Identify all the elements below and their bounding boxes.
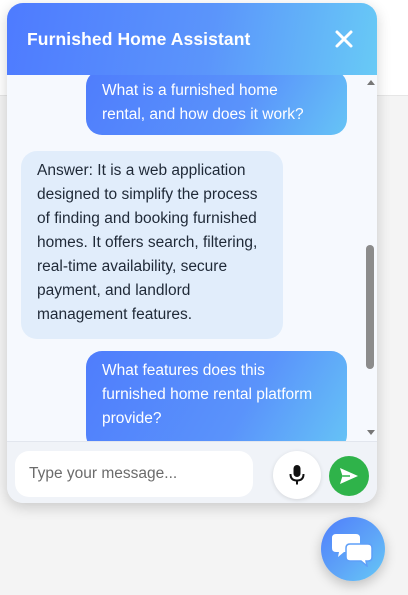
chat-input-bar	[7, 441, 377, 503]
chat-title: Furnished Home Assistant	[27, 29, 251, 49]
scrollbar-thumb[interactable]	[366, 245, 374, 369]
scroll-down-arrow[interactable]	[367, 430, 375, 435]
close-icon	[335, 30, 353, 48]
message-list[interactable]: What is a furnished home rental, and how…	[7, 75, 377, 441]
chat-header: Furnished Home Assistant	[7, 3, 377, 75]
chat-window: Furnished Home Assistant What is a furni…	[7, 3, 377, 503]
bot-message: Answer: It is a web application designed…	[21, 151, 283, 339]
message-input[interactable]	[15, 451, 253, 497]
close-button[interactable]	[332, 27, 356, 51]
microphone-icon	[289, 465, 305, 485]
send-button[interactable]	[329, 456, 369, 496]
microphone-button[interactable]	[273, 451, 321, 499]
message-scrollbar[interactable]	[364, 75, 377, 441]
chat-launcher-button[interactable]	[321, 517, 385, 581]
user-message: What features does this furnished home r…	[86, 351, 347, 441]
scroll-up-arrow[interactable]	[367, 80, 375, 85]
send-icon	[340, 468, 358, 484]
chat-bubbles-icon	[332, 534, 373, 567]
user-message: What is a furnished home rental, and how…	[86, 75, 347, 135]
